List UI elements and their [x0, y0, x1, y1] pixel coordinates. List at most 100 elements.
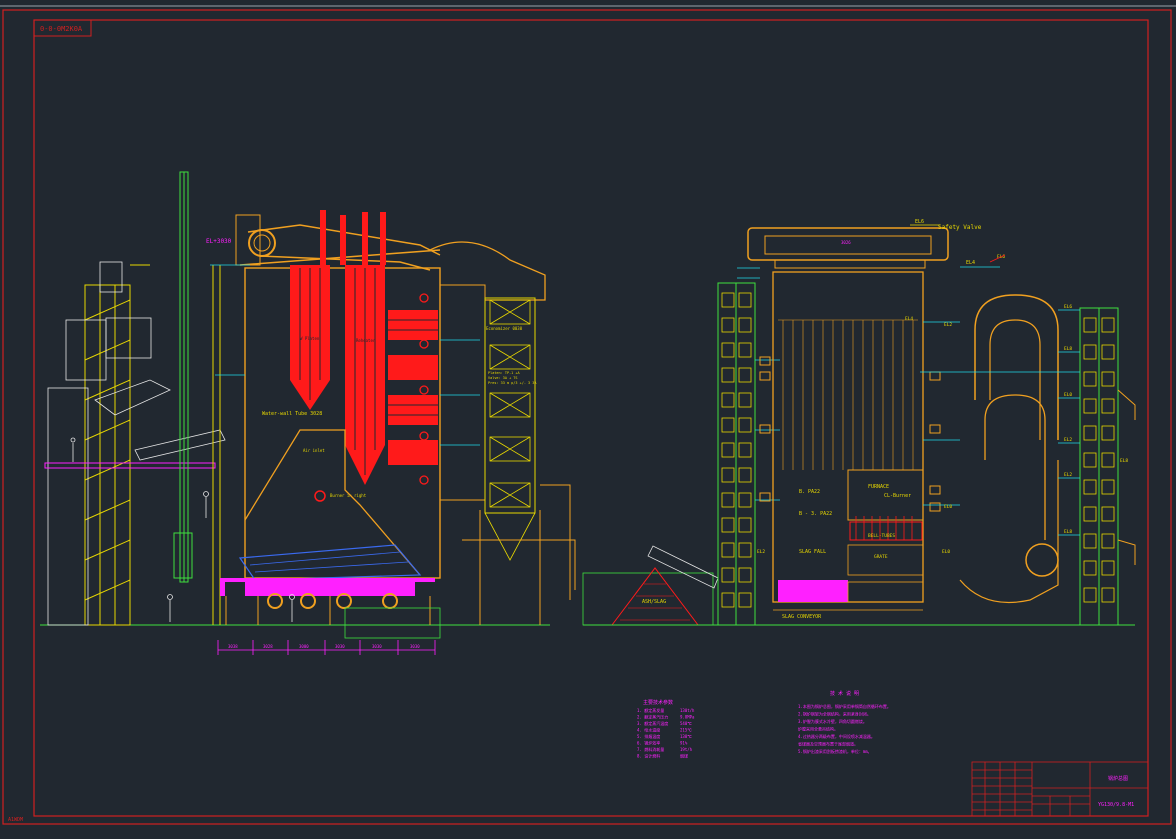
side-note-1: Valve: 3A + TS: [488, 376, 518, 380]
title-drawing-no: YG130/9.8-M1: [1098, 802, 1134, 808]
steam-drum: [248, 229, 276, 257]
notes-lines: 1.本图为锅炉总图，锅炉采用单锅筒自然循环布置。 2.锅炉钢架为全钢结构，采用紧身…: [798, 703, 891, 754]
table-row-value: 540℃: [680, 721, 692, 726]
ash-slag-label: ASH/SLAG: [642, 599, 666, 605]
table-row-label: 1. 额定蒸发量: [637, 707, 664, 713]
drum-elev: EL+3030: [206, 238, 232, 245]
inner-elev-2: EL0: [944, 504, 952, 510]
safety-valve-label: Safety Valve: [938, 224, 982, 231]
slag-hopper-magenta: [778, 580, 848, 602]
note-line: 1.本图为锅炉总图，锅炉采用单锅筒自然循环布置。: [798, 703, 891, 709]
table-row-value: 138℃: [680, 734, 692, 739]
side-dim-4: 3030: [372, 644, 382, 649]
furnace-label: Water-wall Tube 3028: [262, 411, 322, 417]
chain-grate: [238, 544, 422, 581]
bottom-left-tag: A1WDM: [8, 817, 23, 823]
right-elev-2: EL0: [1064, 392, 1072, 398]
elev-top: EL6: [915, 219, 924, 225]
table-row-value: 烟煤: [680, 753, 688, 759]
right-green-column: [1079, 307, 1119, 626]
econ-label: Economizer 0030: [486, 326, 523, 331]
flue-duct: [429, 241, 546, 301]
slag-belt: [647, 545, 719, 589]
technical-notes: 技 术 说 明 1.本图为锅炉总图，锅炉采用单锅筒自然循环布置。 2.锅炉钢架为全…: [798, 690, 891, 754]
bell-tube-text: BELL-TUBES: [868, 533, 895, 539]
right-elev-0: EL6: [1064, 304, 1072, 310]
slag-fall-text: SLAG FALL: [799, 549, 826, 555]
burner-text: CL-Burner: [884, 493, 911, 499]
table-row-value: 130t/h: [680, 708, 695, 713]
table-row-label: 3. 额定蒸汽温度: [637, 720, 668, 726]
table-row-label: 5. 排烟温度: [637, 733, 660, 739]
right-elev-ticks: [920, 309, 1080, 536]
wall2-text: B - 3. PA22: [799, 511, 832, 517]
elev-right: EL4: [966, 260, 975, 266]
left-elev-2: EL8: [1120, 458, 1128, 464]
platen-label-b: Reheater: [356, 338, 376, 343]
table-row-label: 7. 燃料消耗量: [637, 746, 664, 752]
inner-elevations: [923, 321, 960, 506]
right-steel-columns: [462, 484, 576, 625]
side-dim-5: 3030: [410, 644, 420, 649]
foundation-piers: [225, 596, 431, 625]
drawing-canvas: 0-0-0M2K0A A1WDM EL+3030 W Platen Reheat…: [0, 5, 1176, 825]
right-elev-3: EL2: [1064, 437, 1072, 443]
title-company: 锅炉总图: [1108, 775, 1128, 782]
side-note-2: Pres: 33 m p/3 +/- 3 3A: [488, 381, 537, 385]
cyclone-loop: [984, 394, 1046, 540]
ash-tank: [173, 532, 193, 579]
note-line: 省煤器及空预器布置于尾部烟道。: [798, 741, 858, 747]
platen-label-a: W Platen: [300, 336, 320, 341]
return-duct: [959, 460, 1059, 603]
ash-pile: ASH/SLAG: [582, 545, 1135, 626]
slag-pit: [344, 607, 441, 639]
table-row-label: 4. 给水温度: [637, 727, 660, 733]
right-elev-4: EL2: [1064, 472, 1072, 478]
table-row-value: 215℃: [680, 728, 692, 733]
cad-drawing-viewer: 0-0-0M2K0A A1WDM EL+3030 W Platen Reheat…: [0, 0, 1176, 839]
wind-boxes: [267, 593, 398, 609]
table-row-label: 2. 额定蒸汽压力: [637, 714, 668, 720]
furnace-text: FURNACE: [868, 484, 889, 490]
corner-tag: 0-0-0M2K0A: [40, 25, 83, 33]
inner-frame: [33, 19, 1149, 817]
note-line: 4.过热器分两级布置，中间设喷水减温器。: [798, 733, 875, 739]
outer-frame: [2, 9, 1172, 825]
left-columns: [130, 264, 221, 625]
side-dim-3: 3030: [335, 644, 345, 649]
left-elev-0: EL2: [757, 549, 765, 555]
width-dim: 3026: [841, 240, 851, 245]
left-elev-1: EL0: [942, 549, 950, 555]
right-elev-5: EL8: [1064, 529, 1072, 535]
inner-elev-0: EL4: [905, 316, 913, 322]
front-view: 3026 Safety Valve EL6 EL4 FURNACE CL-Bur…: [717, 219, 1136, 626]
side-view: EL+3030 W Platen Reheater Water-wall Tub…: [40, 171, 576, 655]
grate-text: GRATE: [874, 554, 888, 560]
note-line: 5.锅炉出渣采用刮板捞渣机，单位：mm。: [798, 748, 872, 754]
left-green-column: [717, 282, 756, 626]
air-inlet-label: Air inlet: [303, 448, 325, 453]
table-rows: 1. 额定蒸发量 130t/h 2. 额定蒸汽压力 9.8MPa 3. 额定蒸汽温度 54…: [637, 707, 695, 759]
side-dims: [217, 640, 436, 655]
cyclone-circle: [1025, 543, 1059, 577]
wall-text: B. PA22: [799, 489, 820, 495]
note-line: 炉膛采用全悬吊结构。: [798, 726, 838, 732]
grate-foundation: [220, 578, 435, 596]
side-dim-1: 3028: [263, 644, 273, 649]
right-elev-1: EL8: [1064, 346, 1072, 352]
table-row-value: 91%: [680, 741, 688, 746]
side-dim-0: 3038: [228, 644, 238, 649]
note-line: 2.锅炉钢架为全钢结构，采用紧身封闭。: [798, 711, 871, 717]
parameter-table: 主要技术参数 1. 额定蒸发量 130t/h 2. 额定蒸汽压力 9.8MPa 3. 额…: [637, 699, 695, 759]
notes-title: 技 术 说 明: [830, 690, 859, 697]
table-row-value: 9.8MPa: [680, 715, 695, 720]
preheater-crosses: [484, 299, 536, 561]
chimney-column: [179, 171, 189, 583]
stair-tower: [84, 284, 131, 626]
side-dim-2: 3000: [299, 644, 309, 649]
crusher-house: [47, 261, 226, 626]
table-row-label: 6. 锅炉效率: [637, 740, 660, 746]
inner-elev-1: EL2: [944, 322, 952, 328]
table-row-label: 8. 设计燃料: [637, 753, 660, 759]
front-wall-tubes: [778, 319, 918, 470]
